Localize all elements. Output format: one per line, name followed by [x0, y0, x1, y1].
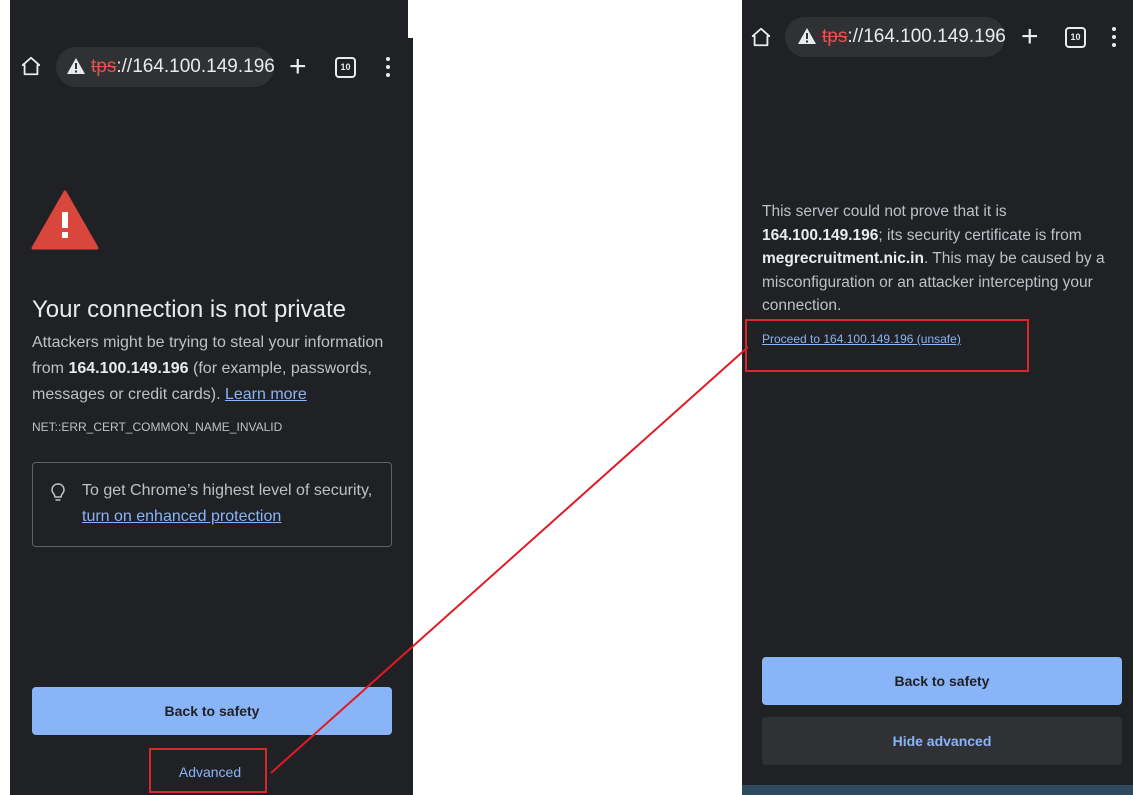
details-text-1: This server could not prove that it is — [762, 203, 1007, 220]
plus-icon[interactable]: + — [1021, 22, 1039, 52]
lightbulb-icon — [51, 483, 65, 501]
url-scheme: tps — [91, 56, 117, 77]
menu-icon[interactable] — [1112, 27, 1116, 51]
bottom-edge-strip — [742, 785, 1133, 795]
url-host: ://164.100.149.196 — [847, 26, 1006, 47]
left-top-strip — [10, 0, 408, 38]
warning-icon — [798, 28, 816, 44]
address-bar[interactable]: tps://164.100.149.196 — [785, 17, 1006, 57]
certificate-domain: megrecruitment.nic.in — [762, 250, 924, 267]
tip-message: To get Chrome’s highest level of securit… — [82, 482, 373, 499]
address-bar[interactable]: tps://164.100.149.196 — [56, 47, 275, 87]
details-host: 164.100.149.196 — [762, 226, 879, 244]
tabs-icon[interactable]: 10 — [1065, 27, 1086, 48]
menu-icon[interactable] — [386, 57, 390, 81]
details-text-2: ; its security certificate is from — [878, 226, 1082, 244]
advanced-details: This server could not prove that it is 1… — [762, 200, 1122, 318]
home-icon[interactable] — [20, 55, 42, 77]
enhanced-protection-link[interactable]: turn on enhanced protection — [82, 508, 281, 525]
page-title: Your connection is not private — [32, 296, 346, 323]
tabs-icon[interactable]: 10 — [335, 57, 356, 78]
browser-toolbar: tps://164.100.149.196 + 10 — [10, 38, 413, 95]
error-code: NET::ERR_CERT_COMMON_NAME_INVALID — [32, 420, 283, 434]
proceed-highlight-box — [745, 319, 1029, 372]
learn-more-link[interactable]: Learn more — [225, 386, 307, 403]
error-triangle-icon — [31, 190, 99, 250]
plus-icon[interactable]: + — [289, 52, 307, 82]
home-icon[interactable] — [750, 26, 772, 48]
url-scheme: tps — [822, 26, 848, 47]
tip-text: To get Chrome’s highest level of securit… — [82, 478, 382, 530]
warning-icon — [67, 58, 85, 74]
back-to-safety-button[interactable]: Back to safety — [32, 687, 392, 735]
browser-toolbar-right: tps://164.100.149.196 + 10 — [742, 0, 1133, 66]
hide-advanced-button[interactable]: Hide advanced — [762, 717, 1122, 765]
right-phone-screen: tps://164.100.149.196 + 10 This server c… — [742, 0, 1133, 795]
url-host: ://164.100.149.196 — [116, 56, 275, 77]
description-host: 164.100.149.196 — [68, 360, 189, 377]
enhanced-protection-tip: To get Chrome’s highest level of securit… — [32, 462, 392, 547]
advanced-highlight-box — [149, 748, 267, 793]
left-phone-screen: tps://164.100.149.196 + 10 Your connecti… — [10, 38, 413, 795]
back-to-safety-button[interactable]: Back to safety — [762, 657, 1122, 705]
warning-description: Attackers might be trying to steal your … — [32, 330, 392, 408]
